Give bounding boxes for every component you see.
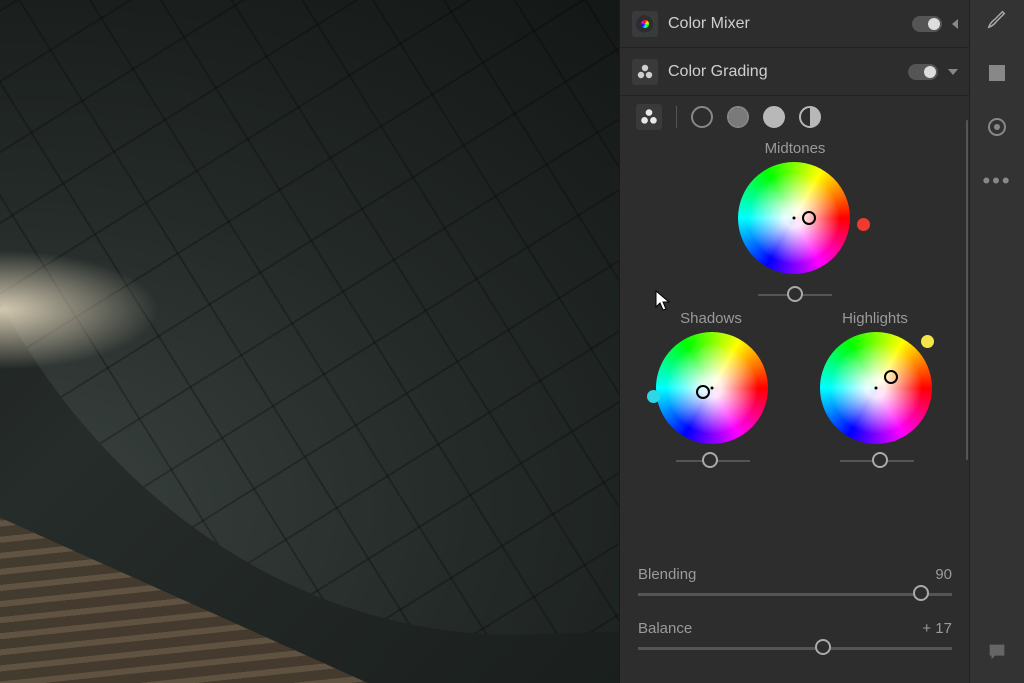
highlights-label: Highlights — [810, 310, 940, 327]
brush-tool-icon[interactable] — [984, 6, 1010, 32]
collapse-arrow-icon[interactable] — [952, 19, 958, 29]
more-tools-icon[interactable]: ••• — [984, 168, 1010, 194]
color-grading-icon — [632, 59, 658, 85]
color-wheels-area: Midtones Shadows Highlights — [620, 134, 970, 494]
chevron-down-icon[interactable] — [948, 69, 958, 75]
shadows-sat-dot[interactable] — [647, 390, 660, 403]
edit-side-panel: Color Mixer Color Grading — [620, 0, 970, 683]
color-grading-tabs — [620, 96, 970, 134]
color-mixer-toggle[interactable] — [912, 16, 942, 32]
shadows-marker[interactable] — [696, 385, 710, 399]
tab-highlights[interactable] — [763, 106, 785, 128]
tab-three-way[interactable] — [636, 104, 662, 130]
panel-header-color-mixer[interactable]: Color Mixer — [620, 0, 970, 48]
tab-global[interactable] — [799, 106, 821, 128]
highlights-lum-slider[interactable] — [840, 460, 914, 462]
midtones-label: Midtones — [730, 140, 860, 157]
midtones-marker[interactable] — [802, 211, 816, 225]
panel-title-color-grading: Color Grading — [668, 63, 898, 81]
linear-gradient-tool-icon[interactable] — [984, 60, 1010, 86]
balance-value: + 17 — [922, 620, 952, 637]
color-mixer-icon — [632, 11, 658, 37]
blending-row: Blending 90 — [620, 560, 970, 596]
panel-title-color-mixer: Color Mixer — [668, 15, 902, 33]
panel-header-color-grading[interactable]: Color Grading — [620, 48, 970, 96]
image-preview[interactable] — [0, 0, 620, 683]
blending-label: Blending — [638, 566, 696, 583]
midtones-sat-dot[interactable] — [857, 218, 870, 231]
blending-slider[interactable] — [638, 593, 952, 596]
color-grading-toggle[interactable] — [908, 64, 938, 80]
panel-scroll-indicator[interactable] — [966, 120, 968, 460]
comment-icon[interactable] — [984, 639, 1010, 665]
shadows-lum-slider[interactable] — [676, 460, 750, 462]
tab-shadows[interactable] — [691, 106, 713, 128]
midtones-lum-slider[interactable] — [758, 294, 832, 296]
midtones-wheel[interactable] — [738, 162, 850, 274]
highlights-wheel[interactable] — [820, 332, 932, 444]
radial-gradient-tool-icon[interactable] — [984, 114, 1010, 140]
highlights-sat-dot[interactable] — [921, 335, 934, 348]
tab-divider — [676, 106, 677, 128]
shadows-label: Shadows — [646, 310, 776, 327]
preview-art-light — [0, 250, 160, 370]
shadows-wheel[interactable] — [656, 332, 768, 444]
balance-slider[interactable] — [638, 647, 952, 650]
highlights-marker[interactable] — [884, 370, 898, 384]
blending-value: 90 — [935, 566, 952, 583]
balance-label: Balance — [638, 620, 692, 637]
balance-row: Balance + 17 — [620, 614, 970, 650]
right-toolbar: ••• — [970, 0, 1024, 683]
tab-midtones[interactable] — [727, 106, 749, 128]
